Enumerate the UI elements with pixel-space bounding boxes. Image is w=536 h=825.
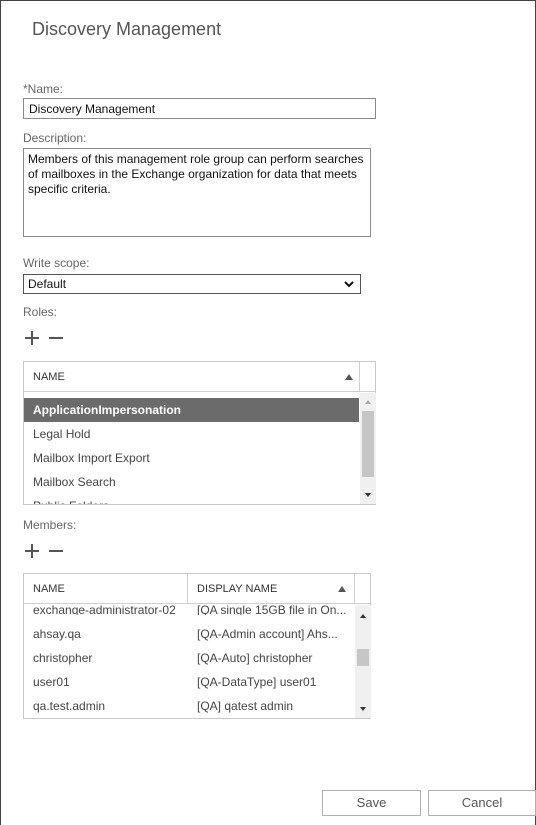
minus-icon [49,337,63,339]
role-row[interactable]: Mailbox Import Export [24,446,359,470]
member-row[interactable]: qa.test.admin [QA] qatest admin [24,694,354,718]
roles-scrollbar[interactable] [360,393,376,504]
members-label: Members: [23,518,77,532]
write-scope-value: Default [28,277,67,291]
sort-up-icon [338,586,346,592]
member-row[interactable]: christopher [QA-Auto] christopher [24,646,354,670]
save-button[interactable]: Save [322,790,421,816]
write-scope-label: Write scope: [23,256,90,270]
scroll-down-icon[interactable] [355,702,371,716]
add-role-button[interactable] [24,330,40,351]
roles-toolbar [24,330,64,351]
dialog-title: Discovery Management [32,19,222,39]
member-row[interactable]: exchange-administrator-02 [QA single 15G… [24,605,354,623]
scroll-up-icon[interactable] [360,395,376,409]
roles-grid-header: NAME [24,362,375,392]
roles-grid: NAME ApplicationImpersonation Legal Hold… [23,361,376,505]
members-scroll-thumb[interactable] [357,649,369,666]
remove-member-button[interactable] [48,543,64,564]
scroll-up-icon[interactable] [355,609,371,623]
write-scope-select[interactable]: Default [23,274,361,294]
cancel-button[interactable]: Cancel [428,790,536,816]
members-grid: NAME DISPLAY NAME exchange-administrator… [23,573,371,719]
members-grid-header: NAME DISPLAY NAME [24,574,370,604]
chevron-down-icon [344,281,354,288]
role-row[interactable]: Public Folders [24,494,359,504]
members-column-display-name[interactable]: DISPLAY NAME [188,574,355,604]
member-row[interactable]: user01 [QA-DataType] user01 [24,670,354,694]
roles-scroll-thumb[interactable] [362,411,374,477]
minus-icon [49,550,63,552]
plus-icon [25,544,39,558]
name-label: *Name: [23,82,64,96]
role-row[interactable]: Legal Hold [24,422,359,446]
roles-label: Roles: [23,305,58,319]
add-member-button[interactable] [24,543,40,564]
sort-up-icon [345,374,353,380]
role-row[interactable]: Mailbox Search [24,470,359,494]
remove-role-button[interactable] [48,330,64,351]
roles-column-name[interactable]: NAME [24,362,359,392]
description-label: Description: [23,131,87,145]
member-row[interactable]: ahsay.qa [QA-Admin account] Ahs... [24,622,354,646]
role-row[interactable]: ApplicationImpersonation [24,398,359,422]
members-toolbar [24,543,64,564]
plus-icon [25,331,39,345]
scroll-down-icon[interactable] [360,488,376,502]
members-scrollbar[interactable] [355,605,371,718]
members-column-name[interactable]: NAME [24,574,187,604]
name-input[interactable] [23,98,376,119]
description-textarea[interactable] [23,148,371,237]
